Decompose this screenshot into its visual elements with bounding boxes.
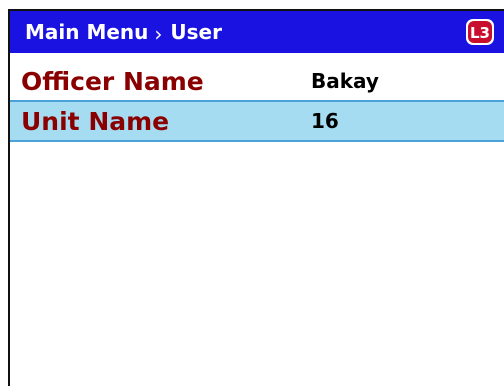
- l3-logo: L3: [466, 19, 494, 45]
- menu-row-unit-name[interactable]: Unit Name 16: [10, 100, 504, 142]
- title-bar: Main Menu › User L3: [10, 11, 504, 53]
- device-screen: Main Menu › User L3 Officer Name Bakay U…: [0, 0, 504, 386]
- unit-name-value: 16: [311, 109, 339, 133]
- breadcrumb-separator-icon: ›: [154, 22, 163, 46]
- officer-name-value: Bakay: [311, 69, 379, 93]
- menu-row-officer-name[interactable]: Officer Name Bakay: [10, 60, 504, 102]
- l3-logo-text: L3: [470, 24, 490, 42]
- breadcrumb: Main Menu › User: [25, 20, 222, 46]
- officer-name-label: Officer Name: [21, 66, 204, 96]
- breadcrumb-main-menu[interactable]: Main Menu: [25, 20, 148, 44]
- breadcrumb-user: User: [170, 20, 222, 44]
- menu-frame: Main Menu › User L3 Officer Name Bakay U…: [8, 9, 504, 386]
- unit-name-label: Unit Name: [21, 106, 170, 136]
